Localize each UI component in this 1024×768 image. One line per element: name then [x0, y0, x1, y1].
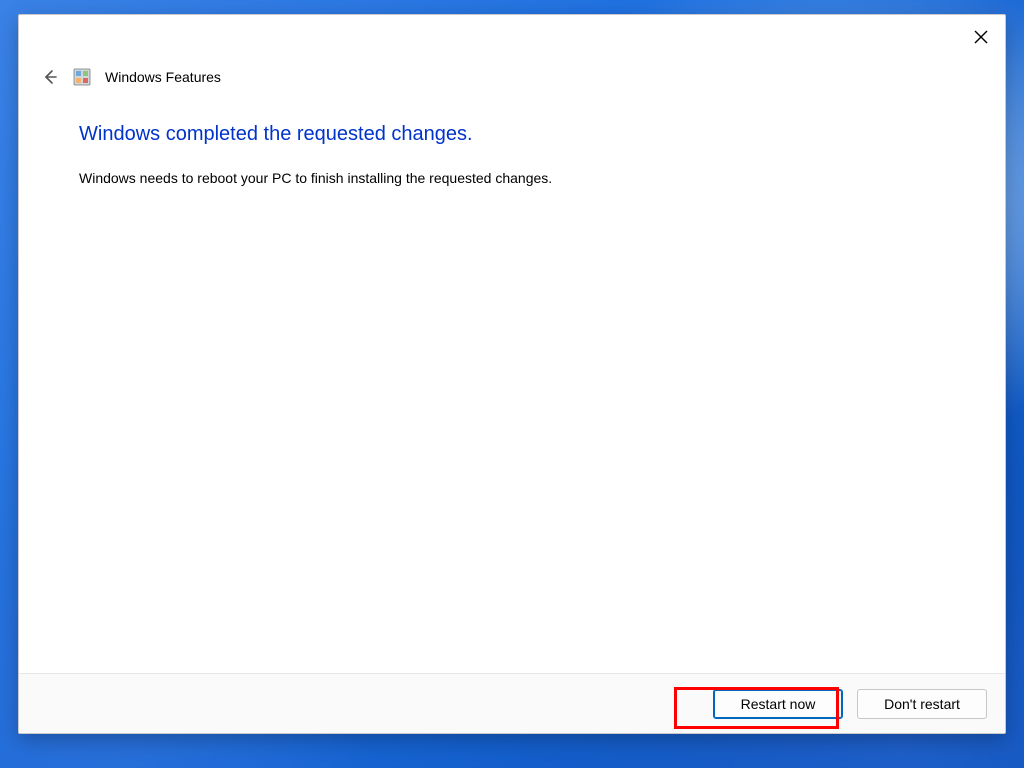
close-icon	[974, 30, 988, 44]
dialog-title: Windows Features	[105, 69, 221, 85]
close-button[interactable]	[967, 23, 995, 51]
dialog-content: Windows completed the requested changes.…	[19, 95, 1005, 673]
back-button[interactable]	[39, 67, 59, 87]
restart-now-button[interactable]: Restart now	[713, 689, 843, 719]
windows-features-icon	[73, 68, 91, 86]
status-body: Windows needs to reboot your PC to finis…	[79, 168, 945, 188]
arrow-left-icon	[40, 68, 58, 86]
dialog-footer: Restart now Don't restart	[19, 673, 1005, 733]
status-heading: Windows completed the requested changes.	[79, 123, 945, 146]
desktop-background: Windows Features Windows completed the r…	[0, 0, 1024, 768]
windows-features-dialog: Windows Features Windows completed the r…	[18, 14, 1006, 734]
dont-restart-button[interactable]: Don't restart	[857, 689, 987, 719]
header-row: Windows Features	[19, 55, 1005, 95]
titlebar	[19, 15, 1005, 55]
